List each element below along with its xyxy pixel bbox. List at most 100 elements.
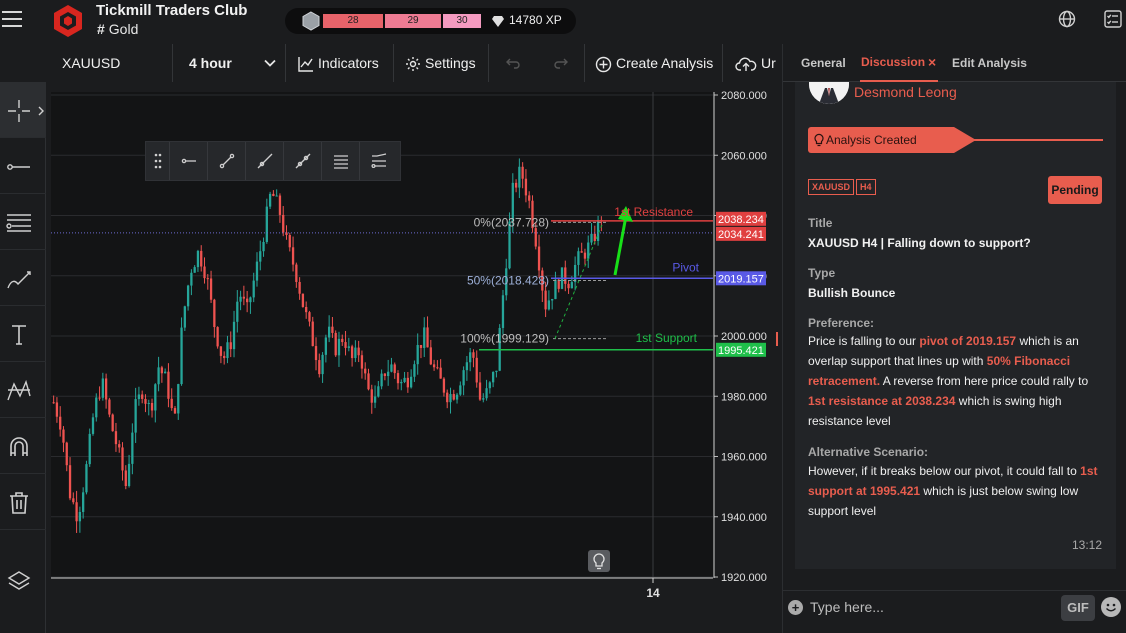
candle-body — [62, 429, 65, 443]
checklist-icon[interactable] — [1104, 10, 1122, 28]
candle-body — [150, 402, 154, 411]
close-tab-icon[interactable]: × — [928, 54, 936, 70]
redo-button[interactable] — [537, 44, 585, 82]
crosshair-tool[interactable] — [0, 82, 46, 138]
upload-button[interactable]: Ur — [723, 44, 781, 82]
tab-discussion[interactable]: Discussion — [861, 55, 925, 69]
candle-body — [75, 502, 78, 522]
lightbulb-icon — [593, 553, 605, 570]
indicators-button[interactable]: Indicators — [286, 44, 394, 82]
candle-body — [390, 364, 393, 372]
candle-body — [387, 371, 390, 377]
drawing-properties-bar — [145, 141, 401, 181]
author-name[interactable]: Desmond Leong — [854, 84, 957, 100]
candle-body — [52, 402, 55, 404]
candle-body — [590, 233, 593, 243]
globe-icon[interactable] — [1058, 10, 1076, 28]
candle-body — [229, 342, 232, 350]
emoji-icon[interactable] — [1101, 597, 1121, 617]
candle-body — [393, 364, 396, 374]
candle-body — [147, 402, 150, 404]
symbol-selector[interactable]: XAUUSD — [47, 44, 173, 82]
message-input[interactable]: Type here... — [810, 599, 884, 615]
idea-button[interactable] — [588, 550, 610, 572]
magnet-tool[interactable] — [0, 418, 46, 474]
candle-body — [436, 367, 439, 369]
ray-button[interactable] — [246, 142, 284, 180]
pattern-tool[interactable] — [0, 362, 46, 418]
candle-body — [278, 195, 282, 215]
candle-body — [478, 382, 482, 400]
undo-button[interactable] — [489, 44, 537, 82]
candle-body — [203, 266, 206, 279]
title-value: XAUUSD H4 | Falling down to support? — [808, 236, 1031, 250]
add-attachment-icon[interactable]: + — [788, 600, 803, 615]
candle-body — [413, 364, 416, 377]
candle-body — [114, 431, 118, 445]
candle-body — [206, 278, 209, 280]
pivot-label: Pivot — [672, 260, 699, 274]
timeframe-selector[interactable]: 4 hour — [173, 44, 286, 82]
candle-body — [439, 367, 442, 379]
fib-tool-button[interactable] — [360, 142, 398, 180]
magnet-icon — [10, 437, 28, 456]
support-label: 1st Support — [636, 331, 698, 345]
text-tool[interactable] — [0, 306, 46, 362]
candle-body — [547, 300, 551, 310]
candle-body — [95, 397, 98, 418]
candle-body — [360, 355, 364, 369]
delete-tool[interactable] — [0, 474, 46, 530]
candle-body — [357, 347, 360, 356]
y-tick-label: 2000.000 — [721, 331, 767, 343]
candle-body — [108, 399, 111, 415]
extended-line-button[interactable] — [284, 142, 322, 180]
avatar[interactable] — [809, 82, 849, 104]
brush-tool[interactable] — [0, 250, 46, 306]
fib-100-label: 100%(1999.129) — [460, 332, 549, 346]
hash-icon: # — [97, 21, 105, 37]
y-tick-label: 1960.000 — [721, 452, 767, 464]
candle-body — [446, 392, 449, 403]
candle-body — [491, 372, 495, 383]
candle-body — [485, 388, 488, 399]
type-value: Bullish Bounce — [808, 286, 896, 300]
candle-body — [364, 368, 367, 374]
channel-name[interactable]: # Gold — [97, 21, 138, 37]
xp-progress[interactable]: 28 29 30 14780 XP — [285, 8, 576, 34]
candle-body — [68, 465, 72, 499]
parallel-channel-button[interactable] — [322, 142, 360, 180]
menu-icon[interactable] — [2, 11, 22, 29]
candle-body — [298, 281, 301, 294]
candle-body — [577, 251, 580, 265]
candle-body — [327, 326, 331, 338]
candle-body — [501, 295, 505, 328]
candle-body — [275, 195, 278, 197]
candle-body — [282, 214, 285, 233]
drag-handle[interactable] — [146, 142, 170, 180]
candle-body — [459, 385, 462, 395]
candle-body — [78, 511, 82, 522]
candle-body — [186, 285, 190, 307]
chart-panel: 1st Resistance Pivot 1st Support 0%(2037.72… — [47, 82, 781, 612]
analysis-card: Desmond Leong Analysis Created XAUUSD H4… — [795, 82, 1116, 569]
candle-body — [554, 279, 557, 300]
trend-line-button[interactable] — [208, 142, 246, 180]
fibonacci-tool[interactable] — [0, 194, 46, 250]
plus-circle-icon — [595, 56, 612, 72]
horizontal-ray-button[interactable] — [170, 142, 208, 180]
y-tick-label: 2080.000 — [721, 90, 767, 102]
candle-body — [580, 251, 583, 253]
trash-icon — [10, 492, 28, 514]
tab-edit-analysis[interactable]: Edit Analysis — [952, 56, 1027, 70]
gif-button[interactable]: GIF — [1061, 595, 1095, 621]
tab-general[interactable]: General — [801, 56, 846, 70]
create-analysis-button[interactable]: Create Analysis — [585, 44, 723, 82]
x-tick-label: 14 — [646, 586, 660, 600]
candle-body — [423, 327, 426, 348]
candle-body — [354, 347, 357, 359]
settings-button[interactable]: Settings — [394, 44, 489, 82]
candle-body — [462, 370, 465, 386]
layers-tool[interactable] — [0, 552, 46, 608]
horizontal-line-tool[interactable] — [0, 138, 46, 194]
trend-line-icon — [219, 153, 235, 169]
